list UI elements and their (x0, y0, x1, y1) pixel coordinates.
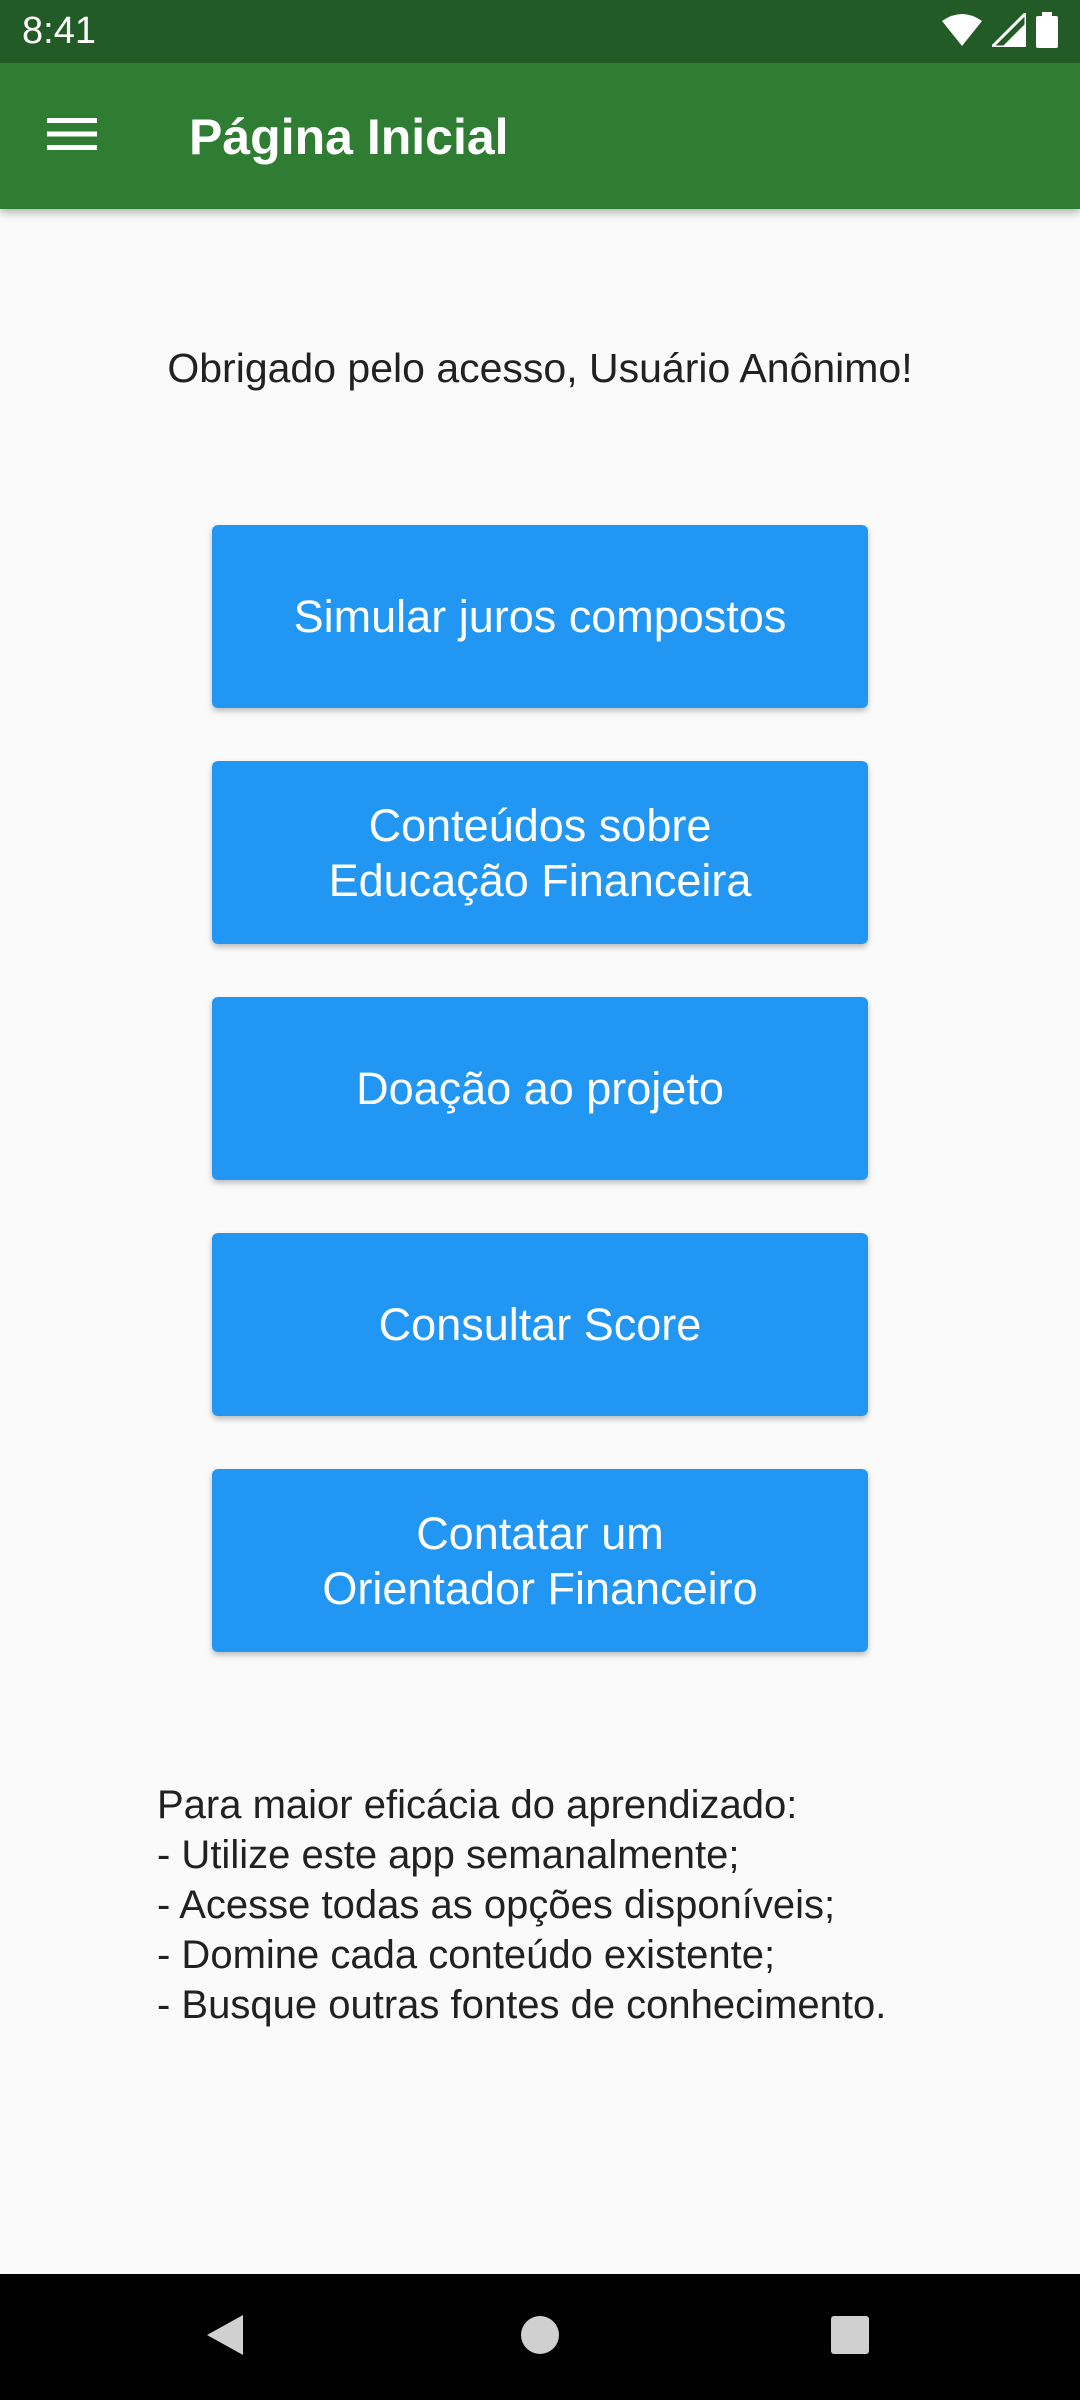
status-icons (942, 8, 1058, 53)
system-nav-bar (0, 2274, 1080, 2400)
status-time: 8:41 (22, 10, 96, 52)
contact-financial-advisor-button[interactable]: Contatar um Orientador Financeiro (212, 1469, 868, 1652)
menu-icon (47, 116, 97, 157)
tip-item: - Busque outras fontes de conhecimento. (157, 1983, 887, 2027)
back-icon (205, 2313, 245, 2362)
battery-icon (1036, 11, 1058, 53)
tip-item: - Acesse todas as opções disponíveis; (157, 1883, 836, 1927)
recents-icon (830, 2315, 870, 2360)
menu-button[interactable] (24, 88, 120, 184)
nav-recents-button[interactable] (810, 2297, 890, 2377)
check-score-button[interactable]: Consultar Score (212, 1233, 868, 1416)
tip-item: - Domine cada conteúdo existente; (157, 1933, 776, 1977)
status-bar: 8:41 (0, 0, 1080, 63)
donate-project-button[interactable]: Doação ao projeto (212, 997, 868, 1180)
greeting-text: Obrigado pelo acesso, Usuário Anônimo! (167, 345, 913, 391)
learning-tips: Para maior eficácia do aprendizado: - Ut… (157, 1780, 1017, 2030)
page-title: Página Inicial (189, 109, 509, 165)
app-bar: Página Inicial (0, 63, 1080, 209)
wifi-icon (942, 13, 982, 52)
signal-icon (988, 8, 1028, 52)
financial-education-content-button[interactable]: Conteúdos sobre Educação Financeira (212, 761, 868, 944)
simulate-compound-interest-button[interactable]: Simular juros compostos (212, 525, 868, 708)
tips-heading: Para maior eficácia do aprendizado: (157, 1783, 798, 1827)
nav-home-button[interactable] (500, 2297, 580, 2377)
screen: 8:41 Página Inicial Obrigado pelo acesso… (0, 0, 1080, 2400)
home-icon (520, 2315, 560, 2360)
tip-item: - Utilize este app semanalmente; (157, 1833, 740, 1877)
nav-back-button[interactable] (185, 2297, 265, 2377)
